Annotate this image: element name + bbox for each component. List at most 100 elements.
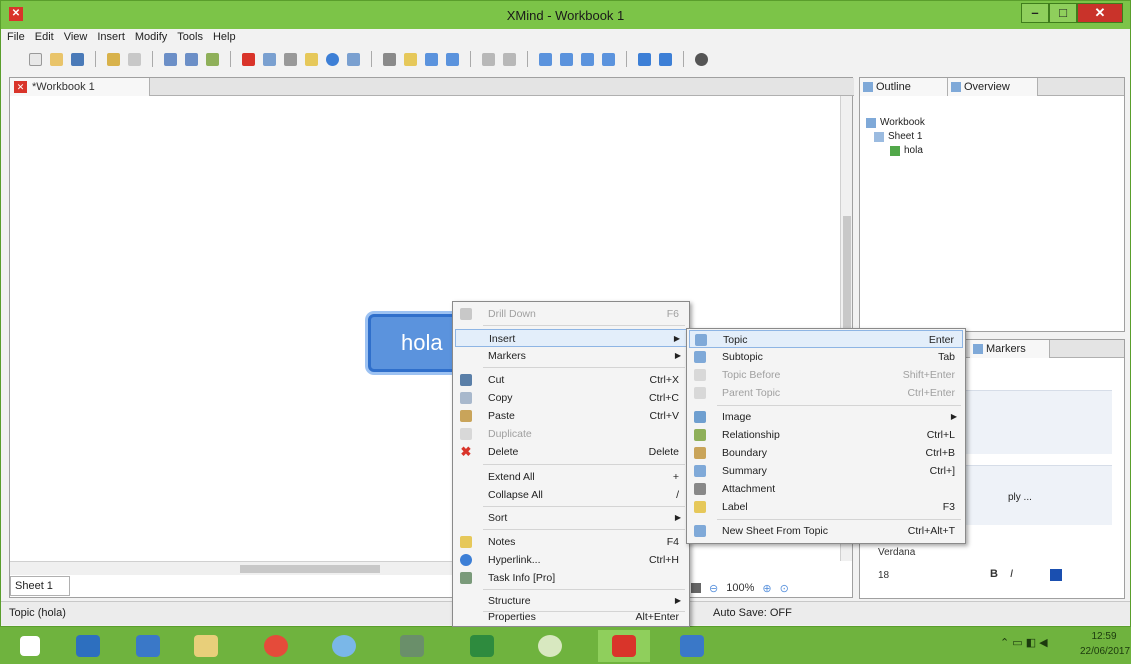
gear-icon[interactable] <box>695 52 708 66</box>
clock[interactable]: 12:59 22/06/2017 <box>1080 629 1131 659</box>
zoom-reset-icon[interactable]: ⊙ <box>780 582 789 595</box>
upload-icon[interactable] <box>659 52 672 66</box>
submenu-parent-topic[interactable]: Parent Topic Ctrl+Enter <box>689 384 963 402</box>
filter-icon[interactable] <box>691 583 701 593</box>
drill-down-icon[interactable] <box>482 52 495 66</box>
save-icon[interactable] <box>71 52 84 66</box>
submenu-image[interactable]: Image ▶ <box>689 408 963 426</box>
copy-icon <box>460 392 472 404</box>
filter-icon[interactable] <box>383 52 396 66</box>
clock-date: 22/06/2017 <box>1080 646 1131 657</box>
close-button[interactable]: ✕ <box>1077 3 1123 23</box>
menu-markers[interactable]: Markers ▶ <box>455 347 687 365</box>
menu-insert[interactable]: Insert <box>97 29 125 45</box>
menu-delete[interactable]: ✖ Delete Delete <box>455 443 687 461</box>
share-icon[interactable] <box>638 52 651 66</box>
menu-properties[interactable]: Properties Alt+Enter <box>455 608 687 626</box>
drill-up-icon[interactable] <box>503 52 516 66</box>
start-button[interactable] <box>4 630 56 662</box>
relationship-icon[interactable] <box>206 52 219 66</box>
menu-cut[interactable]: Cut Ctrl+X <box>455 371 687 389</box>
tree-item-topic[interactable]: hola <box>890 144 925 158</box>
font-name[interactable]: Verdana <box>878 547 915 558</box>
menu-hyperlink[interactable]: Hyperlink... Ctrl+H <box>455 551 687 569</box>
menu-modify[interactable]: Modify <box>135 29 167 45</box>
menu-task-info[interactable]: Task Info [Pro] <box>455 569 687 587</box>
menu-help[interactable]: Help <box>213 29 236 45</box>
taskbar-excel[interactable] <box>456 630 508 662</box>
outline-view-icon[interactable] <box>560 52 573 66</box>
minimize-button[interactable]: – <box>1021 3 1049 23</box>
delete-icon: ✖ <box>460 444 472 459</box>
attachment-icon[interactable] <box>284 52 297 66</box>
italic-icon[interactable]: I <box>1010 568 1013 580</box>
submenu-new-sheet-from-topic[interactable]: New Sheet From Topic Ctrl+Alt+T <box>689 522 963 540</box>
submenu-summary[interactable]: Summary Ctrl+] <box>689 462 963 480</box>
taskbar-folder[interactable] <box>180 630 232 662</box>
marker-icon[interactable] <box>242 52 255 66</box>
menu-duplicate[interactable]: Duplicate <box>455 425 687 443</box>
tab-outline-label: Outline <box>876 81 911 93</box>
insert-subtopic-icon[interactable] <box>185 52 198 66</box>
menu-copy[interactable]: Copy Ctrl+C <box>455 389 687 407</box>
open-icon[interactable] <box>50 52 63 66</box>
taskbar-chrome[interactable] <box>250 630 302 662</box>
menu-tools[interactable]: Tools <box>177 29 203 45</box>
idea-icon[interactable] <box>404 52 417 66</box>
tab-workbook-1[interactable]: ✕ *Workbook 1 <box>10 78 150 96</box>
submenu-topic[interactable]: Topic Enter <box>689 330 963 348</box>
scrollbar-thumb[interactable] <box>240 565 380 573</box>
redo-icon[interactable] <box>128 52 141 66</box>
insert-topic-icon[interactable] <box>164 52 177 66</box>
menu-edit[interactable]: Edit <box>35 29 54 45</box>
submenu-label[interactable]: Label F3 <box>689 498 963 516</box>
zoom-out-icon[interactable]: ⊖ <box>709 582 718 595</box>
submenu-boundary[interactable]: Boundary Ctrl+B <box>689 444 963 462</box>
taskbar-green-app[interactable] <box>524 630 576 662</box>
menu-file[interactable]: File <box>7 29 25 45</box>
map-icon[interactable] <box>581 52 594 66</box>
app-icon <box>400 635 424 657</box>
menu-notes[interactable]: Notes F4 <box>455 533 687 551</box>
menu-insert[interactable]: Insert ▶ <box>455 329 687 347</box>
submenu-topic-before[interactable]: Topic Before Shift+Enter <box>689 366 963 384</box>
taskbar-steam[interactable] <box>122 630 174 662</box>
menu-view[interactable]: View <box>64 29 88 45</box>
taskbar-paint[interactable] <box>318 630 370 662</box>
tree-item-sheet[interactable]: Sheet 1 <box>874 130 925 144</box>
menu-drill-down[interactable]: Drill Down F6 <box>455 305 687 323</box>
maximize-button[interactable]: □ <box>1049 3 1077 23</box>
taskbar-language[interactable] <box>666 630 718 662</box>
image-icon[interactable] <box>263 52 276 66</box>
submenu-relationship[interactable]: Relationship Ctrl+L <box>689 426 963 444</box>
tab-markers[interactable]: Markers <box>970 340 1050 358</box>
font-size[interactable]: 18 <box>878 570 889 581</box>
export-icon[interactable] <box>602 52 615 66</box>
menu-paste[interactable]: Paste Ctrl+V <box>455 407 687 425</box>
gantt-icon[interactable] <box>446 52 459 66</box>
new-icon[interactable] <box>29 52 42 66</box>
brainstorm-icon[interactable] <box>425 52 438 66</box>
submenu-subtopic[interactable]: Subtopic Tab <box>689 348 963 366</box>
tab-overview[interactable]: Overview <box>948 78 1038 96</box>
submenu-attachment[interactable]: Attachment <box>689 480 963 498</box>
menu-extend-all[interactable]: Extend All + <box>455 468 687 486</box>
sheet-tab[interactable]: Sheet 1 <box>10 576 70 596</box>
tree-item-workbook[interactable]: Workbook <box>866 116 925 130</box>
notes-icon[interactable] <box>305 52 318 66</box>
menu-collapse-all[interactable]: Collapse All / <box>455 486 687 504</box>
taskbar-xmind[interactable] <box>598 630 650 662</box>
hyperlink-icon[interactable] <box>326 52 339 66</box>
undo-icon[interactable] <box>107 52 120 66</box>
menu-sort[interactable]: Sort ▶ <box>455 509 687 527</box>
font-color-icon[interactable] <box>1050 569 1062 581</box>
presentation-icon[interactable] <box>539 52 552 66</box>
horizontal-scrollbar[interactable] <box>10 561 460 575</box>
tab-outline[interactable]: Outline <box>860 78 948 96</box>
taskbar-app[interactable] <box>386 630 438 662</box>
bold-icon[interactable]: B <box>990 568 998 580</box>
taskbar-file-explorer[interactable] <box>62 630 114 662</box>
label-icon[interactable] <box>347 52 360 66</box>
system-tray[interactable]: ⌃ ▭ ◧ ◀ <box>1000 636 1048 649</box>
zoom-in-icon[interactable]: ⊕ <box>762 582 771 595</box>
